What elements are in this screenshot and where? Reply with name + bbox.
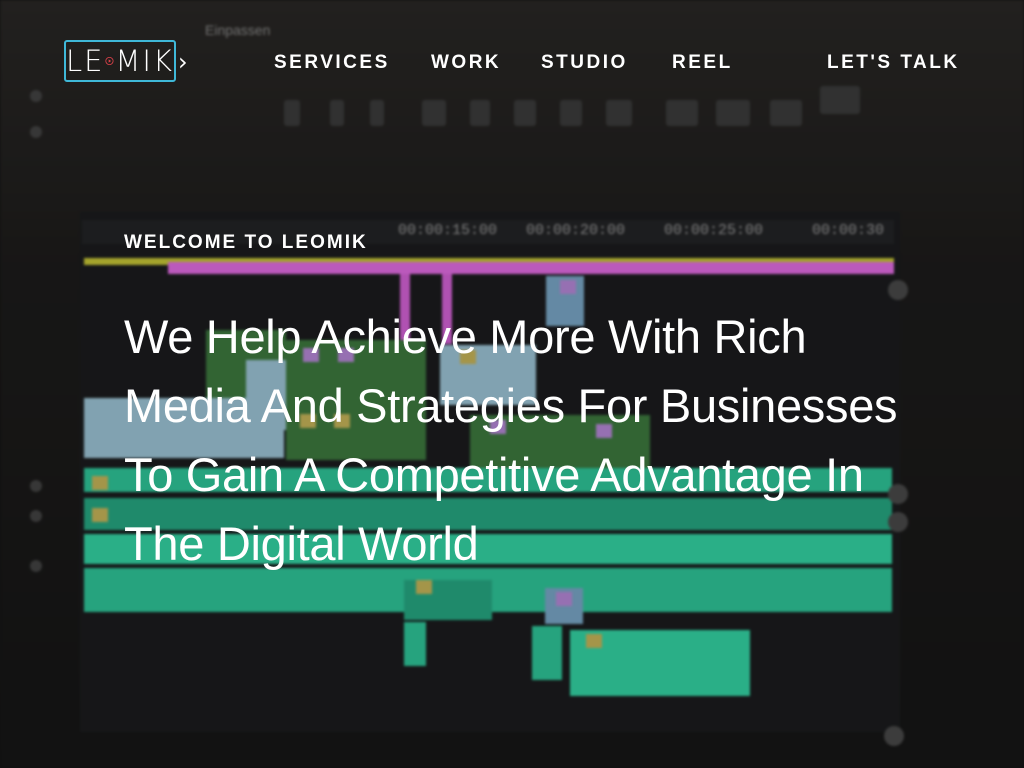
nav-services[interactable]: SERVICES	[274, 52, 390, 74]
nav-reel[interactable]: REEL	[672, 52, 733, 74]
nav-lets-talk[interactable]: LET'S TALK	[827, 52, 960, 74]
main-nav: SERVICES WORK STUDIO REEL LET'S TALK	[0, 52, 1024, 76]
hero-eyebrow: WELCOME TO LEOMIK	[124, 232, 368, 253]
hero-headline: We Help Achieve More With Rich Media And…	[124, 310, 898, 570]
nav-work[interactable]: WORK	[431, 52, 501, 74]
nav-studio[interactable]: STUDIO	[541, 52, 628, 74]
